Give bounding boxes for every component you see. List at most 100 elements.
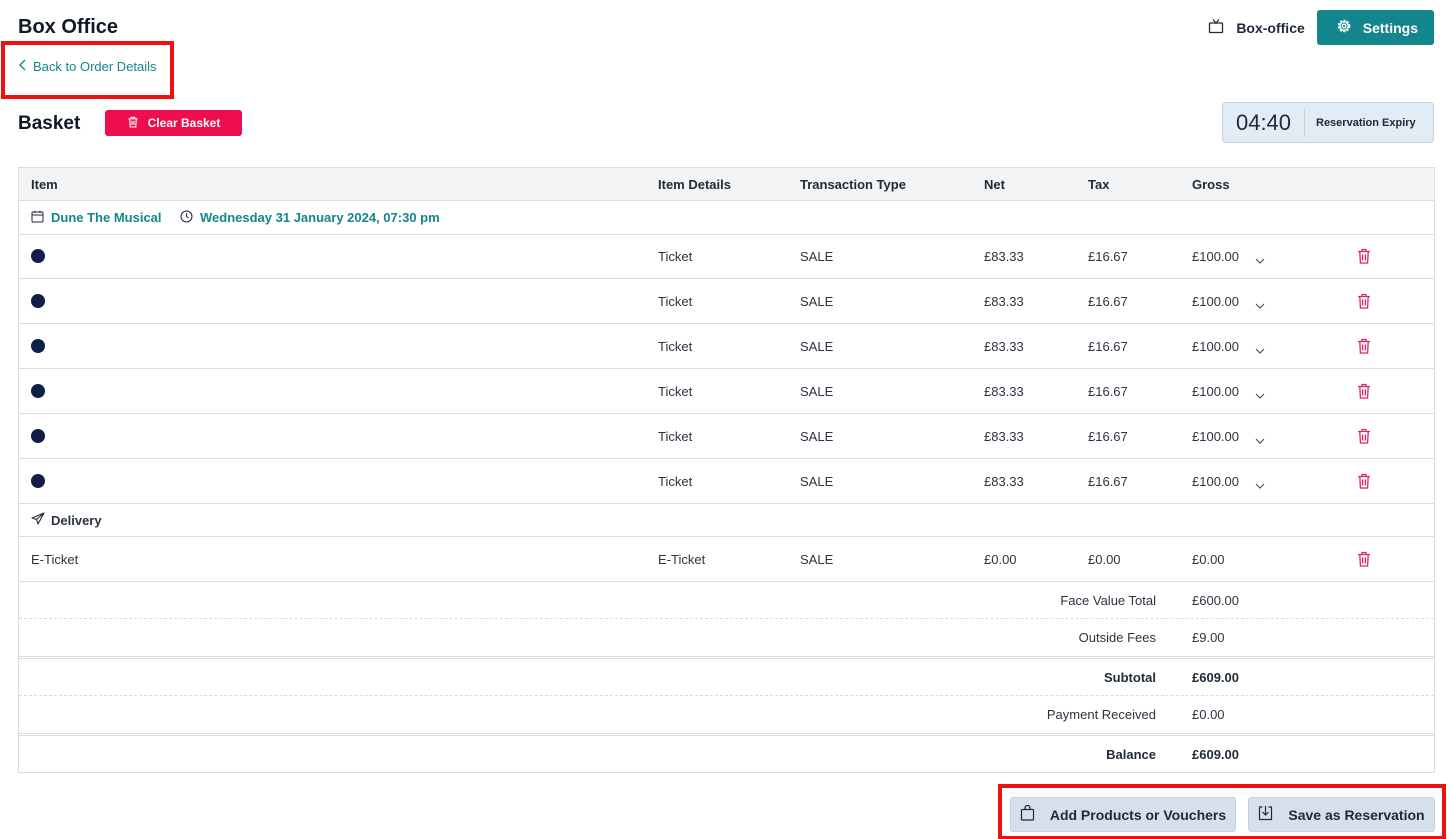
seat-dot-icon bbox=[31, 474, 45, 491]
ticket-net: £83.33 bbox=[984, 338, 1024, 354]
ticket-tax: £16.67 bbox=[1088, 338, 1128, 354]
ticket-transaction-type: SALE bbox=[800, 473, 834, 489]
ticket-net: £83.33 bbox=[984, 473, 1024, 489]
seat-dot-icon bbox=[31, 249, 45, 266]
payment-received-label: Payment Received bbox=[1046, 707, 1156, 722]
delivery-gross: £0.00 bbox=[1192, 551, 1225, 567]
event-name: Dune The Musical bbox=[51, 210, 162, 225]
chevron-down-icon[interactable] bbox=[1255, 388, 1265, 399]
trash-icon[interactable] bbox=[1357, 338, 1371, 354]
basket-title: Basket bbox=[18, 113, 81, 134]
ticket-tax: £16.67 bbox=[1088, 473, 1128, 489]
reservation-timer: 04:40 Reservation Expiry bbox=[1222, 102, 1434, 143]
ticket-details: Ticket bbox=[658, 338, 693, 354]
ticket-net: £83.33 bbox=[984, 293, 1024, 309]
delivery-tax: £0.00 bbox=[1088, 551, 1121, 567]
back-link-label: Back to Order Details bbox=[33, 59, 157, 74]
table-row: Ticket SALE £83.33 £16.67 £100.00 bbox=[19, 234, 1434, 279]
tv-icon bbox=[1208, 18, 1224, 37]
ticket-transaction-type: SALE bbox=[800, 338, 834, 354]
event-datetime-link[interactable]: Wednesday 31 January 2024, 07:30 pm bbox=[180, 210, 440, 226]
chevron-down-icon[interactable] bbox=[1255, 298, 1265, 309]
shopping-bag-icon bbox=[1020, 804, 1035, 824]
trash-icon[interactable] bbox=[1357, 551, 1371, 567]
header-actions: Box-office Settings bbox=[1208, 10, 1434, 45]
settings-button[interactable]: Settings bbox=[1316, 10, 1434, 45]
box-office-label: Box-office bbox=[1236, 19, 1305, 36]
trash-icon[interactable] bbox=[1357, 248, 1371, 264]
chevron-down-icon[interactable] bbox=[1255, 433, 1265, 444]
ticket-gross: £100.00 bbox=[1192, 428, 1239, 444]
column-header-tax: Tax bbox=[1088, 176, 1110, 192]
subtotal-value: £609.00 bbox=[1192, 669, 1239, 685]
ticket-tax: £16.67 bbox=[1088, 248, 1128, 264]
face-value-total-label: Face Value Total bbox=[1060, 592, 1156, 608]
delivery-section-label: Delivery bbox=[31, 512, 102, 528]
timer-value: 04:40 bbox=[1223, 108, 1305, 137]
chevron-left-icon bbox=[18, 59, 27, 74]
add-products-label: Add Products or Vouchers bbox=[1049, 806, 1227, 823]
ticket-details: Ticket bbox=[658, 248, 693, 264]
delivery-net: £0.00 bbox=[984, 551, 1017, 567]
column-header-net: Net bbox=[984, 176, 1005, 192]
column-header-gross: Gross bbox=[1192, 176, 1230, 192]
event-name-link[interactable]: Dune The Musical bbox=[31, 210, 162, 226]
gear-icon bbox=[1335, 17, 1353, 38]
balance-label: Balance bbox=[1106, 746, 1156, 762]
add-products-or-vouchers-button[interactable]: Add Products or Vouchers bbox=[1010, 797, 1236, 832]
save-as-reservation-button[interactable]: Save as Reservation bbox=[1248, 797, 1435, 832]
ticket-net: £83.33 bbox=[984, 428, 1024, 444]
ticket-gross: £100.00 bbox=[1192, 248, 1239, 264]
trash-icon[interactable] bbox=[1357, 293, 1371, 309]
chevron-down-icon[interactable] bbox=[1255, 343, 1265, 354]
column-header-transaction-type: Transaction Type bbox=[800, 176, 906, 192]
paper-plane-icon bbox=[31, 512, 45, 528]
trash-icon[interactable] bbox=[1357, 383, 1371, 399]
event-row: Dune The Musical Wednesday 31 January 20… bbox=[19, 201, 1434, 235]
timer-label: Reservation Expiry bbox=[1316, 116, 1416, 129]
clear-basket-button[interactable]: Clear Basket bbox=[105, 110, 242, 136]
subtotal-label: Subtotal bbox=[1104, 669, 1156, 685]
ticket-net: £83.33 bbox=[984, 383, 1024, 399]
table-row: Ticket SALE £83.33 £16.67 £100.00 bbox=[19, 459, 1434, 504]
ticket-details: Ticket bbox=[658, 383, 693, 399]
event-datetime: Wednesday 31 January 2024, 07:30 pm bbox=[200, 210, 440, 225]
chevron-down-icon[interactable] bbox=[1255, 478, 1265, 489]
column-header-item: Item bbox=[31, 176, 58, 192]
trash-icon[interactable] bbox=[1357, 473, 1371, 489]
outside-fees-value: £9.00 bbox=[1192, 630, 1225, 645]
ticket-transaction-type: SALE bbox=[800, 248, 834, 264]
delivery-item: E-Ticket bbox=[31, 551, 79, 567]
back-to-order-details-link[interactable]: Back to Order Details bbox=[18, 59, 157, 74]
payment-received-row: Payment Received £0.00 bbox=[19, 696, 1434, 733]
ticket-details: Ticket bbox=[658, 473, 693, 489]
delivery-section-row: Delivery bbox=[19, 504, 1434, 537]
chevron-down-icon[interactable] bbox=[1255, 253, 1265, 264]
table-row: Ticket SALE £83.33 £16.67 £100.00 bbox=[19, 369, 1434, 414]
clock-icon bbox=[180, 210, 193, 226]
ticket-gross: £100.00 bbox=[1192, 338, 1239, 354]
ticket-details: Ticket bbox=[658, 428, 693, 444]
payment-received-value: £0.00 bbox=[1192, 707, 1225, 722]
trash-icon[interactable] bbox=[1357, 428, 1371, 444]
clear-basket-label: Clear Basket bbox=[147, 116, 221, 130]
table-header: Item Item Details Transaction Type Net T… bbox=[19, 168, 1434, 201]
ticket-transaction-type: SALE bbox=[800, 428, 834, 444]
ticket-gross: £100.00 bbox=[1192, 473, 1239, 489]
ticket-transaction-type: SALE bbox=[800, 383, 834, 399]
ticket-gross: £100.00 bbox=[1192, 293, 1239, 309]
trash-icon bbox=[127, 116, 139, 131]
ticket-tax: £16.67 bbox=[1088, 383, 1128, 399]
seat-dot-icon bbox=[31, 294, 45, 311]
balance-value: £609.00 bbox=[1192, 746, 1239, 762]
calendar-icon bbox=[31, 210, 44, 226]
face-value-total-value: £600.00 bbox=[1192, 592, 1239, 608]
face-value-total-row: Face Value Total £600.00 bbox=[19, 582, 1434, 619]
settings-label: Settings bbox=[1362, 19, 1418, 36]
delivery-item-row: E-Ticket E-Ticket SALE £0.00 £0.00 £0.00 bbox=[19, 537, 1434, 582]
save-reservation-label: Save as Reservation bbox=[1288, 806, 1425, 823]
basket-table: Item Item Details Transaction Type Net T… bbox=[18, 167, 1435, 773]
table-row: Ticket SALE £83.33 £16.67 £100.00 bbox=[19, 324, 1434, 369]
ticket-transaction-type: SALE bbox=[800, 293, 834, 309]
seat-dot-icon bbox=[31, 429, 45, 446]
